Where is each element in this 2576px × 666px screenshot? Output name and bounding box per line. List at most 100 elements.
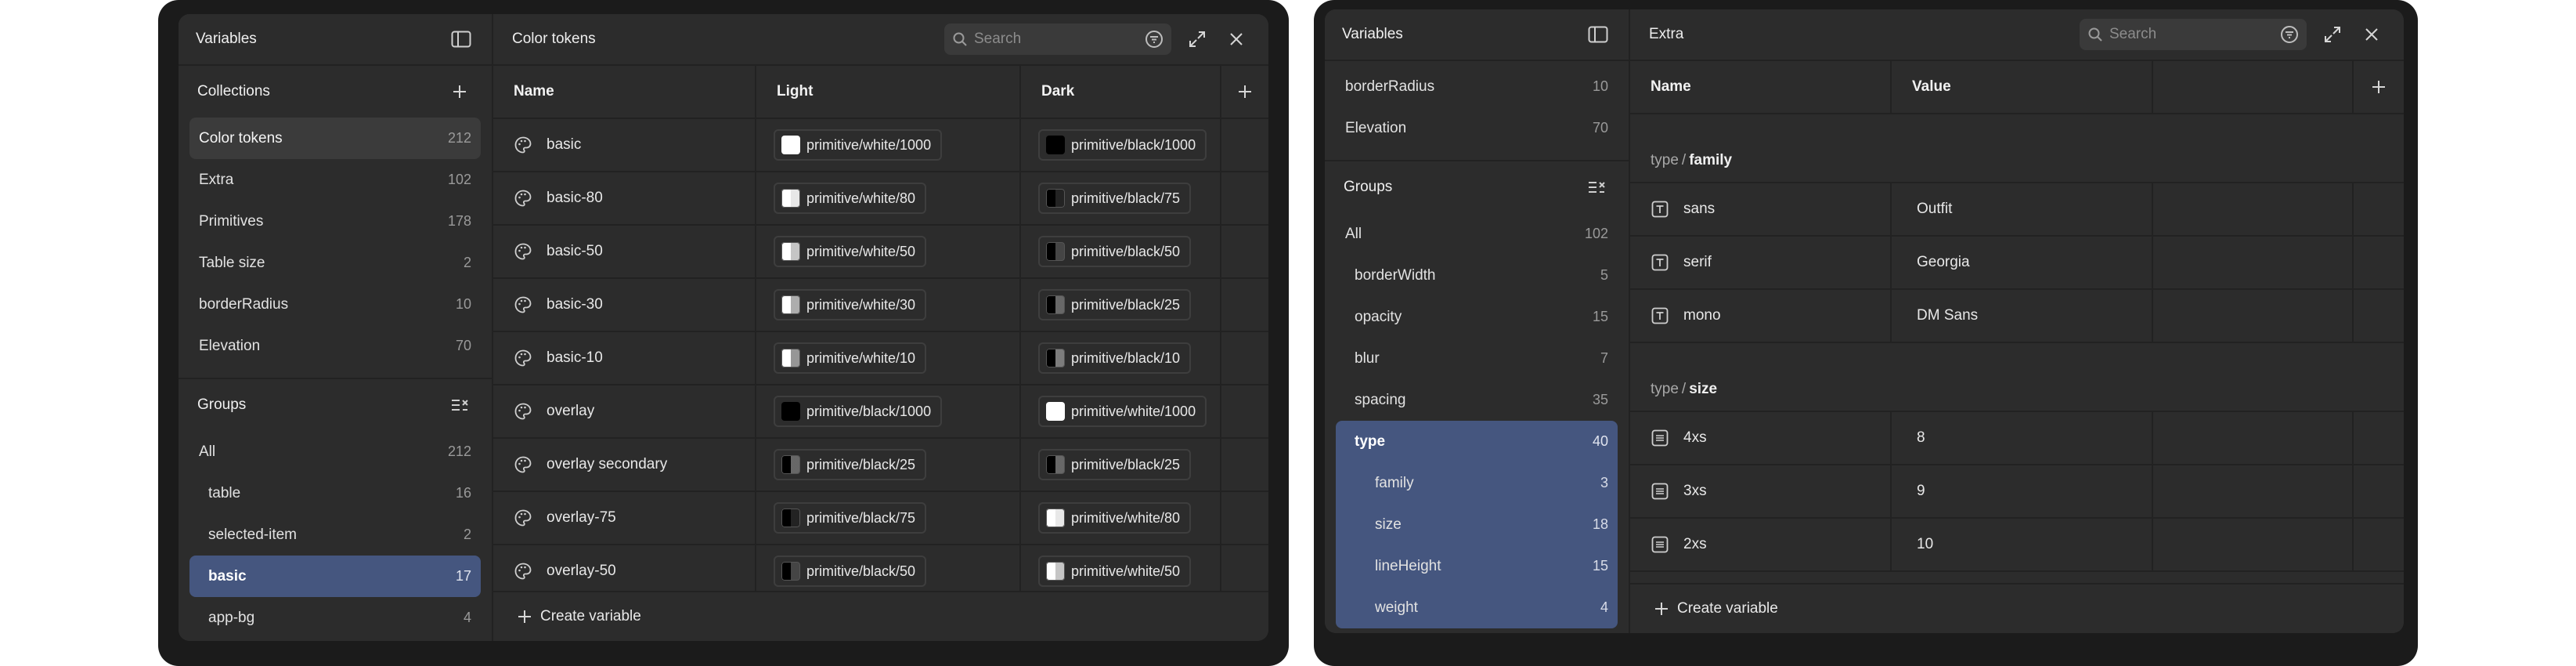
search-input[interactable] bbox=[974, 31, 1138, 48]
collection-item-border-radius[interactable]: borderRadius 10 bbox=[189, 284, 481, 325]
value-cell[interactable]: DM Sans bbox=[1892, 290, 2153, 342]
value-cell[interactable]: 8 bbox=[1892, 412, 2153, 464]
group-item-family[interactable]: family 3 bbox=[1336, 462, 1618, 504]
table-row[interactable]: 2xs 10 bbox=[1630, 519, 2404, 572]
group-item-basic[interactable]: basic 17 bbox=[189, 556, 481, 597]
table-row[interactable]: serif Georgia bbox=[1630, 237, 2404, 290]
create-variable-button[interactable]: Create variable bbox=[493, 591, 1268, 641]
value-cell[interactable]: 10 bbox=[1892, 519, 2153, 570]
dark-cell[interactable]: primitive/black/1000 bbox=[1021, 119, 1221, 171]
light-cell[interactable]: primitive/white/80 bbox=[756, 172, 1021, 224]
add-collection-icon[interactable] bbox=[446, 78, 473, 105]
color-chip[interactable]: primitive/white/1000 bbox=[774, 129, 943, 161]
table-row[interactable]: basic primitive/white/1000 primitive/black… bbox=[493, 119, 1268, 172]
group-item-table[interactable]: table 16 bbox=[189, 472, 481, 514]
color-chip[interactable]: primitive/black/1000 bbox=[1038, 129, 1207, 161]
expand-icon[interactable] bbox=[2319, 21, 2346, 48]
color-chip[interactable]: primitive/black/10 bbox=[1038, 342, 1192, 374]
table-row[interactable]: 4xs 8 bbox=[1630, 412, 2404, 465]
color-chip[interactable]: primitive/white/50 bbox=[1038, 556, 1192, 587]
table-row[interactable]: mono DM Sans bbox=[1630, 290, 2404, 343]
group-options-icon[interactable] bbox=[1583, 174, 1610, 201]
light-cell[interactable]: primitive/black/50 bbox=[756, 545, 1021, 597]
group-item-type[interactable]: type 40 bbox=[1336, 421, 1618, 462]
group-item-opacity[interactable]: opacity 15 bbox=[1336, 296, 1618, 338]
light-cell[interactable]: primitive/white/30 bbox=[756, 279, 1021, 331]
filter-icon[interactable] bbox=[2280, 25, 2299, 44]
table-row[interactable]: basic-50 primitive/white/50 primitive/blac… bbox=[493, 226, 1268, 279]
table-row[interactable]: overlay primitive/black/1000 primitive/whi… bbox=[493, 385, 1268, 439]
collection-item-border-radius[interactable]: borderRadius 10 bbox=[1336, 66, 1618, 107]
value-cell[interactable]: 9 bbox=[1892, 465, 2153, 517]
dark-cell[interactable]: primitive/white/50 bbox=[1021, 545, 1221, 597]
color-chip[interactable]: primitive/black/75 bbox=[1038, 183, 1192, 214]
column-header-light[interactable]: Light bbox=[756, 66, 1021, 118]
light-cell[interactable]: primitive/white/1000 bbox=[756, 119, 1021, 171]
dark-cell[interactable]: primitive/black/50 bbox=[1021, 226, 1221, 277]
group-item-weight[interactable]: weight 4 bbox=[1336, 587, 1618, 628]
group-item-blur[interactable]: blur 7 bbox=[1336, 338, 1618, 379]
group-item-size[interactable]: size 18 bbox=[1336, 504, 1618, 545]
group-item-app-bg[interactable]: app-bg 4 bbox=[189, 597, 481, 639]
search-box[interactable] bbox=[2080, 19, 2307, 50]
group-item-selected-item[interactable]: selected-item 2 bbox=[189, 514, 481, 556]
column-header-dark[interactable]: Dark bbox=[1021, 66, 1221, 118]
add-mode-button[interactable] bbox=[1221, 66, 1268, 118]
collection-item-extra[interactable]: Extra 102 bbox=[189, 159, 481, 201]
light-cell[interactable]: primitive/black/75 bbox=[756, 492, 1021, 544]
column-header-name[interactable]: Name bbox=[1630, 61, 1892, 113]
table-row[interactable]: basic-80 primitive/white/80 primitive/blac… bbox=[493, 172, 1268, 226]
sidebar-toggle-icon[interactable] bbox=[448, 26, 474, 52]
color-chip[interactable]: primitive/black/25 bbox=[1038, 449, 1192, 480]
group-item-border-width[interactable]: borderWidth 5 bbox=[1336, 255, 1618, 296]
search-box[interactable] bbox=[944, 24, 1171, 55]
table-row[interactable]: basic-10 primitive/white/10 primitive/blac… bbox=[493, 332, 1268, 385]
light-cell[interactable]: primitive/black/1000 bbox=[756, 385, 1021, 437]
sidebar-toggle-icon[interactable] bbox=[1585, 21, 1611, 48]
expand-icon[interactable] bbox=[1184, 26, 1210, 52]
column-header-value[interactable]: Value bbox=[1892, 61, 2153, 113]
color-chip[interactable]: primitive/black/75 bbox=[774, 502, 927, 534]
dark-cell[interactable]: primitive/black/10 bbox=[1021, 332, 1221, 384]
dark-cell[interactable]: primitive/black/75 bbox=[1021, 172, 1221, 224]
column-header-name[interactable]: Name bbox=[493, 66, 756, 118]
filter-icon[interactable] bbox=[1145, 30, 1164, 49]
color-chip[interactable]: primitive/black/50 bbox=[774, 556, 927, 587]
color-chip[interactable]: primitive/black/50 bbox=[1038, 236, 1192, 267]
light-cell[interactable]: primitive/white/10 bbox=[756, 332, 1021, 384]
group-item-all[interactable]: All 212 bbox=[189, 431, 481, 472]
color-chip[interactable]: primitive/white/10 bbox=[774, 342, 927, 374]
light-cell[interactable]: primitive/black/25 bbox=[756, 439, 1021, 490]
group-item-line-height[interactable]: lineHeight 15 bbox=[1336, 545, 1618, 587]
color-chip[interactable]: primitive/white/1000 bbox=[1038, 396, 1207, 427]
create-variable-button[interactable]: Create variable bbox=[1630, 583, 2404, 633]
light-cell[interactable]: primitive/white/50 bbox=[756, 226, 1021, 277]
color-chip[interactable]: primitive/black/1000 bbox=[774, 396, 943, 427]
close-icon[interactable] bbox=[2358, 21, 2385, 48]
collection-item-elevation[interactable]: Elevation 70 bbox=[189, 325, 481, 367]
table-row[interactable]: sans Outfit bbox=[1630, 183, 2404, 237]
color-chip[interactable]: primitive/black/25 bbox=[1038, 289, 1192, 320]
collection-item-elevation[interactable]: Elevation 70 bbox=[1336, 107, 1618, 149]
dark-cell[interactable]: primitive/white/80 bbox=[1021, 492, 1221, 544]
table-row[interactable]: 3xs 9 bbox=[1630, 465, 2404, 519]
table-row[interactable]: overlay secondary primitive/black/25 primi… bbox=[493, 439, 1268, 492]
table-row[interactable]: overlay-75 primitive/black/75 primitive/wh… bbox=[493, 492, 1268, 545]
dark-cell[interactable]: primitive/black/25 bbox=[1021, 439, 1221, 490]
dark-cell[interactable]: primitive/white/1000 bbox=[1021, 385, 1221, 437]
color-chip[interactable]: primitive/white/80 bbox=[1038, 502, 1192, 534]
value-cell[interactable]: Georgia bbox=[1892, 237, 2153, 288]
add-mode-button[interactable] bbox=[2354, 61, 2404, 113]
value-cell[interactable]: Outfit bbox=[1892, 183, 2153, 235]
color-chip[interactable]: primitive/white/30 bbox=[774, 289, 927, 320]
table-row[interactable]: basic-30 primitive/white/30 primitive/blac… bbox=[493, 279, 1268, 332]
dark-cell[interactable]: primitive/black/25 bbox=[1021, 279, 1221, 331]
group-options-icon[interactable] bbox=[446, 392, 473, 418]
group-item-all[interactable]: All 102 bbox=[1336, 213, 1618, 255]
collection-item-color-tokens[interactable]: Color tokens 212 bbox=[189, 118, 481, 159]
color-chip[interactable]: primitive/black/25 bbox=[774, 449, 927, 480]
color-chip[interactable]: primitive/white/50 bbox=[774, 236, 927, 267]
collection-item-table-size[interactable]: Table size 2 bbox=[189, 242, 481, 284]
group-item-spacing[interactable]: spacing 35 bbox=[1336, 379, 1618, 421]
collection-item-primitives[interactable]: Primitives 178 bbox=[189, 201, 481, 242]
